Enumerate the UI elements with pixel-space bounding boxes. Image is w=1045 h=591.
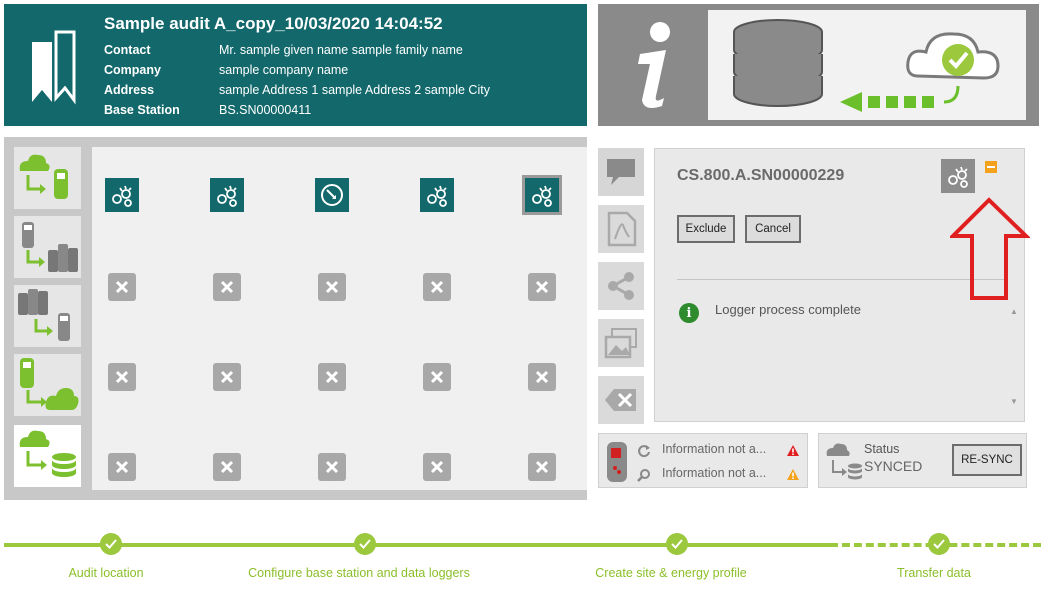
logger-cluster-icon (427, 185, 447, 207)
share-button[interactable] (598, 262, 644, 310)
audit-header: Sample audit A_copy_10/03/2020 14:04:52 … (4, 4, 587, 126)
empty-slot-icon[interactable] (423, 273, 451, 301)
logger-status-box: Information not a... Information not a..… (598, 433, 808, 488)
empty-slot-icon[interactable] (213, 453, 241, 481)
step-complete-check-icon (100, 533, 122, 555)
audit-info: Contact Mr. sample given name sample fami… (104, 40, 490, 120)
delete-button[interactable] (598, 376, 644, 424)
info-icon[interactable] (618, 16, 688, 117)
logger-serial: CS.800.A.SN00000229 (677, 167, 845, 184)
empty-slot-icon[interactable] (213, 363, 241, 391)
cloud-to-database-icon (823, 440, 863, 489)
logger-cell[interactable] (315, 178, 349, 212)
exclude-button[interactable]: Exclude (677, 215, 735, 243)
empty-slot-icon[interactable] (213, 273, 241, 301)
database-cloud-sync-image (708, 10, 1026, 120)
backspace-icon (605, 389, 636, 411)
step-label-configure[interactable]: Configure base station and data loggers (248, 566, 470, 580)
logger-info-line-1: Information not a... (662, 442, 767, 456)
scroll-up-icon[interactable]: ▲ (1010, 307, 1018, 316)
status-value: SYNCED (864, 458, 923, 474)
progress-stepper: Audit location Configure base station an… (0, 530, 1045, 590)
cloud-to-database-step-button[interactable] (14, 425, 81, 487)
logger-info-line-2: Information not a... (662, 466, 767, 480)
company-label: Company (104, 63, 161, 77)
empty-slot-icon[interactable] (108, 363, 136, 391)
empty-slot-icon[interactable] (423, 363, 451, 391)
logger-cell[interactable] (105, 178, 139, 212)
address-label: Address (104, 83, 155, 97)
empty-slot-icon[interactable] (318, 363, 346, 391)
info-circle-icon: i (679, 303, 699, 323)
logger-grid (92, 147, 587, 490)
resync-button[interactable]: RE-SYNC (952, 444, 1022, 476)
empty-slot-icon[interactable] (108, 453, 136, 481)
share-icon (608, 272, 634, 300)
cloud-to-logger-step-button[interactable] (14, 147, 81, 209)
base-to-logger-step-button[interactable] (14, 285, 81, 347)
logger-cell[interactable] (210, 178, 244, 212)
step-complete-check-icon (666, 533, 688, 555)
step-label-audit-location[interactable]: Audit location (68, 566, 143, 580)
base-station-label: Base Station (104, 103, 180, 117)
address-value: sample Address 1 sample Address 2 sample… (219, 83, 490, 97)
status-message: Logger process complete (715, 302, 861, 317)
empty-slot-icon[interactable] (528, 363, 556, 391)
caution-warning-icon (786, 468, 800, 486)
progress-line-complete (4, 543, 830, 547)
logger-cluster-icon (112, 185, 132, 207)
sync-status-box: Status SYNCED RE-SYNC (818, 433, 1027, 488)
logger-cell-selected[interactable] (522, 175, 562, 215)
contact-value: Mr. sample given name sample family name (219, 43, 463, 57)
pdf-icon (607, 211, 637, 247)
comment-button[interactable] (598, 148, 644, 196)
workspace (4, 137, 587, 500)
logger-cluster-icon (941, 159, 975, 193)
logger-to-cloud-step-button[interactable] (14, 354, 81, 416)
minimize-icon[interactable] (985, 161, 997, 173)
status-label: Status (864, 442, 900, 456)
empty-slot-icon[interactable] (423, 453, 451, 481)
logger-cluster-icon (532, 185, 552, 207)
search-icon (637, 468, 651, 487)
logger-cluster-icon (217, 185, 237, 207)
red-arrow-annotation (948, 196, 1031, 307)
base-station-value: BS.SN00000411 (219, 103, 312, 117)
image-gallery-icon (604, 328, 637, 359)
error-warning-icon (786, 444, 800, 462)
company-value: sample company name (219, 63, 349, 77)
empty-slot-icon[interactable] (528, 273, 556, 301)
empty-slot-icon[interactable] (318, 273, 346, 301)
pdf-button[interactable] (598, 205, 644, 253)
gallery-button[interactable] (598, 319, 644, 367)
side-toolbar (598, 148, 646, 425)
logger-to-base-step-button[interactable] (14, 216, 81, 278)
empty-slot-icon[interactable] (108, 273, 136, 301)
sync-icon (637, 444, 651, 463)
comment-icon (607, 159, 635, 185)
audit-title: Sample audit A_copy_10/03/2020 14:04:52 (104, 14, 443, 33)
empty-slot-icon[interactable] (318, 453, 346, 481)
cancel-button[interactable]: Cancel (745, 215, 801, 243)
bookmark-logo-icon (30, 30, 80, 111)
info-panel (598, 4, 1039, 126)
empty-slot-icon[interactable] (528, 453, 556, 481)
step-label-transfer-data[interactable]: Transfer data (897, 566, 971, 580)
step-complete-check-icon (354, 533, 376, 555)
contact-label: Contact (104, 43, 151, 57)
gauge-icon (321, 184, 343, 206)
scroll-down-icon[interactable]: ▼ (1010, 397, 1018, 406)
logger-device-icon (605, 440, 629, 489)
logger-cell[interactable] (420, 178, 454, 212)
step-label-create-site[interactable]: Create site & energy profile (595, 566, 746, 580)
step-complete-check-icon (928, 533, 950, 555)
